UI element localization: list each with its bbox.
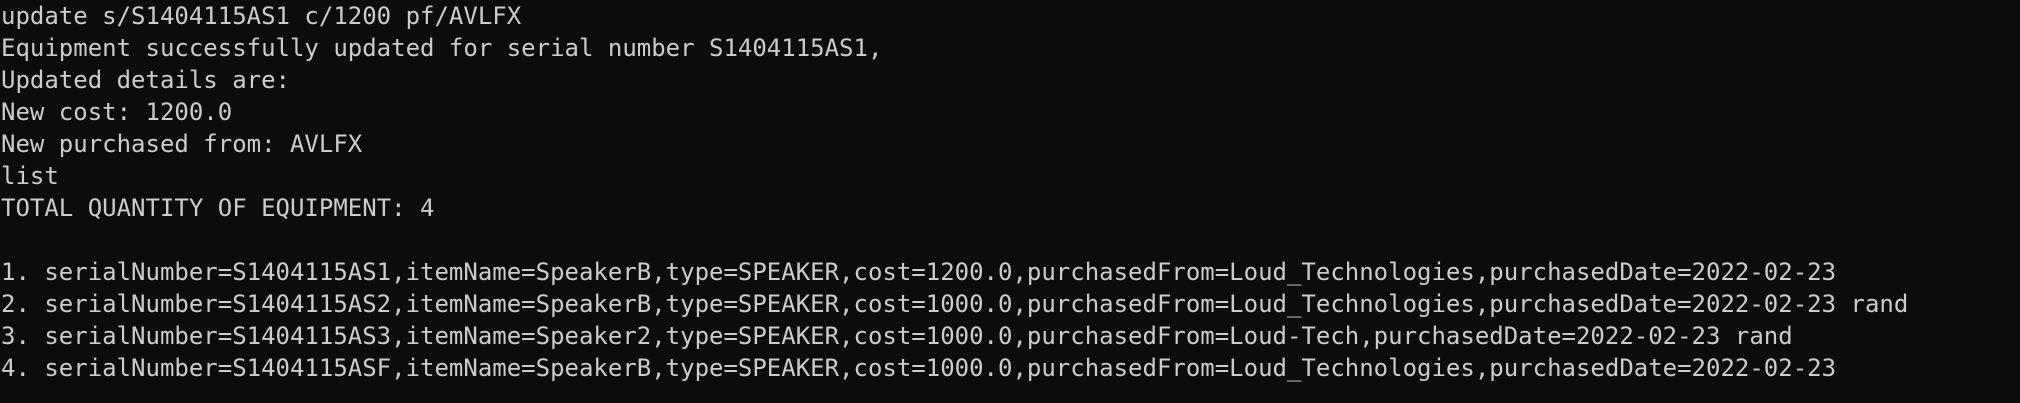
command-line-update: update s/S1404115AS1 c/1200 pf/AVLFX [1,2,522,30]
output-new-purchased-from: New purchased from: AVLFX [1,130,363,158]
list-item: 2. serialNumber=S1404115AS2,itemName=Spe… [1,290,1909,318]
list-item: 3. serialNumber=S1404115AS3,itemName=Spe… [1,322,1793,350]
terminal-window[interactable]: update s/S1404115AS1 c/1200 pf/AVLFX Equ… [0,0,2020,403]
output-new-cost: New cost: 1200.0 [1,98,233,126]
command-line-list: list [1,162,59,190]
list-item: 1. serialNumber=S1404115AS1,itemName=Spe… [1,258,1837,286]
output-updated-details-header: Updated details are: [1,66,290,94]
output-update-success: Equipment successfully updated for seria… [1,34,883,62]
output-total-quantity: TOTAL QUANTITY OF EQUIPMENT: 4 [1,194,435,222]
list-item: 4. serialNumber=S1404115ASF,itemName=Spe… [1,354,1837,382]
